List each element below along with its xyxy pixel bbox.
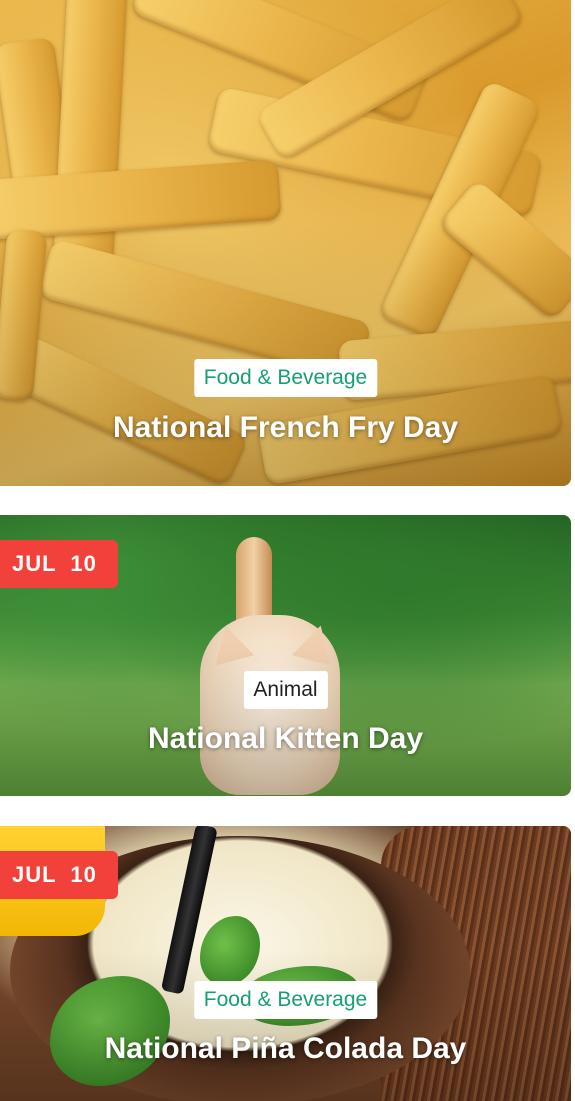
event-card-kitten-day[interactable]: JUL 10 Animal National Kitten Day — [0, 515, 571, 796]
category-badge: Food & Beverage — [193, 359, 378, 397]
category-badge: Animal — [243, 671, 328, 709]
event-title: National French Fry Day — [112, 411, 459, 444]
date-badge: JUL 10 — [0, 851, 118, 899]
event-title: National Kitten Day — [147, 722, 424, 755]
event-card-french-fry-day[interactable]: Food & Beverage National French Fry Day — [0, 0, 571, 486]
date-badge: JUL 10 — [0, 540, 118, 588]
event-card-pina-colada-day[interactable]: JUL 10 Food & Beverage National Piña Col… — [0, 826, 571, 1101]
category-badge: Food & Beverage — [193, 981, 378, 1019]
event-title: National Piña Colada Day — [104, 1032, 467, 1065]
